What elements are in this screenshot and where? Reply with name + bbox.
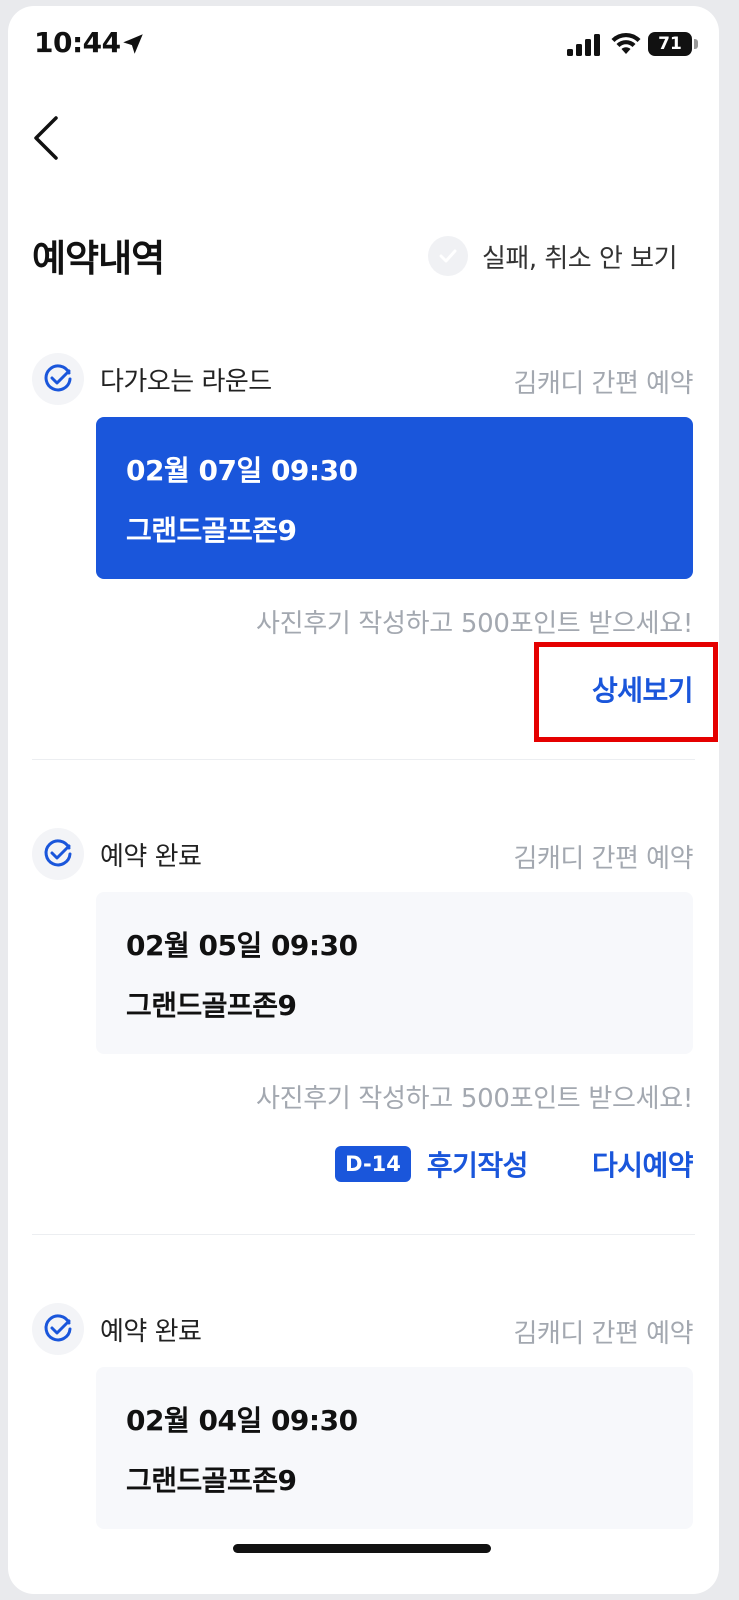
reservation-card[interactable]: 02월 04일 09:30 그랜드골프존9: [96, 1367, 693, 1529]
check-circle-icon: [32, 828, 84, 880]
rebook-button[interactable]: 다시예약: [592, 1144, 694, 1184]
reservation-header: 예약 완료: [32, 826, 202, 882]
reservation-type: 김캐디 간편 예약: [513, 369, 694, 399]
checkmark-icon: [439, 249, 457, 263]
reservation-type: 김캐디 간편 예약: [513, 1319, 694, 1349]
reservation-status: 다가오는 라운드: [100, 366, 272, 397]
review-promo-text: 사진후기 작성하고 500포인트 받으세요!: [255, 609, 693, 639]
hide-failed-cancelled-toggle[interactable]: 실패, 취소 안 보기: [428, 234, 678, 278]
page-title: 예약내역: [32, 237, 165, 280]
reservation-actions: D-14 후기작성 다시예약: [335, 1144, 694, 1184]
status-time: 10:44: [34, 26, 121, 59]
reservation-datetime: 02월 05일 09:30: [126, 929, 358, 962]
check-circle-icon: [32, 353, 84, 405]
reservation-status: 예약 완료: [100, 841, 202, 872]
wifi-icon: [611, 32, 641, 54]
divider: [32, 759, 695, 760]
write-review-button[interactable]: 후기작성: [427, 1144, 529, 1184]
reservation-header: 예약 완료: [32, 1301, 202, 1357]
cellular-signal-icon: [567, 34, 600, 56]
reservation-header: 다가오는 라운드: [32, 351, 272, 407]
reservation-venue: 그랜드골프존9: [126, 1464, 297, 1497]
battery-icon: 71: [648, 32, 698, 56]
battery-level: 71: [648, 32, 692, 56]
review-promo-text: 사진후기 작성하고 500포인트 받으세요!: [255, 1084, 693, 1114]
highlight-box: [534, 642, 718, 742]
dday-badge: D-14: [335, 1146, 411, 1182]
filter-check-icon[interactable]: [428, 236, 468, 276]
reservation-datetime: 02월 07일 09:30: [126, 454, 358, 487]
filter-label: 실패, 취소 안 보기: [482, 243, 678, 274]
reservation-card[interactable]: 02월 05일 09:30 그랜드골프존9: [96, 892, 693, 1054]
reservation-datetime: 02월 04일 09:30: [126, 1404, 358, 1437]
reservation-venue: 그랜드골프존9: [126, 514, 297, 547]
reservation-status: 예약 완료: [100, 1316, 202, 1347]
location-arrow-icon: [123, 34, 143, 54]
divider: [32, 1234, 695, 1235]
reservation-type: 김캐디 간편 예약: [513, 844, 694, 874]
battery-tip: [694, 39, 698, 49]
check-circle-icon: [32, 1303, 84, 1355]
back-arrow-icon[interactable]: [26, 110, 66, 166]
home-indicator: [233, 1544, 491, 1553]
reservation-card[interactable]: 02월 07일 09:30 그랜드골프존9: [96, 417, 693, 579]
phone-screen: 10:44 71 예약내역 실패, 취소 안 보기 다가오는 라운드 김캐디 간…: [8, 6, 719, 1594]
reservation-venue: 그랜드골프존9: [126, 989, 297, 1022]
